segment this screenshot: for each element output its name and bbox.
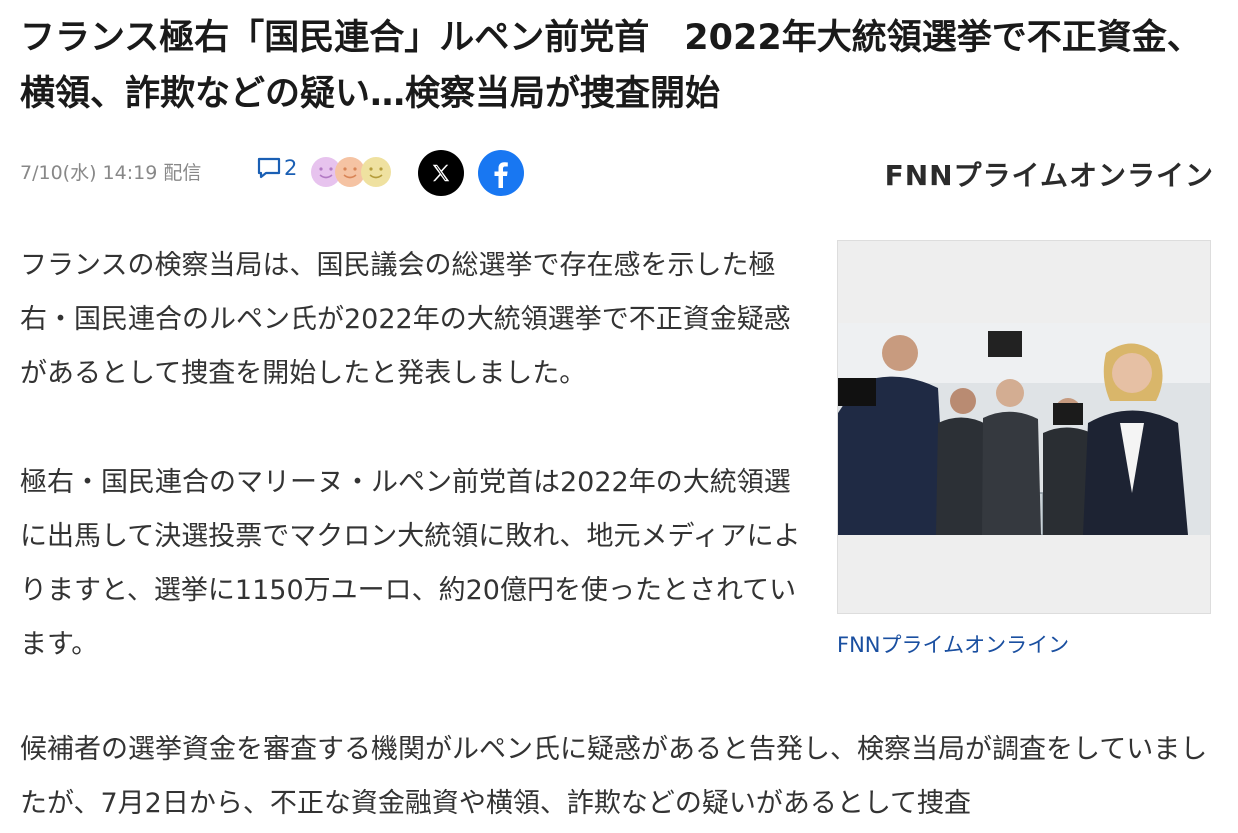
share-facebook-button[interactable] [478,150,524,196]
article-paragraph-3: 候補者の選挙資金を審査する機関がルペン氏に疑惑があると告発し、検察当局が調査をし… [20,734,1208,819]
reaction-face-yellow-icon [361,157,391,187]
photo-caption-link[interactable]: FNNプライムオンライン [837,629,1069,659]
comments-link[interactable]: 2 [256,156,297,180]
reaction-faces[interactable] [310,156,400,190]
article-paragraph-2: 極右・国民連合のマリーヌ・ルペン前党首は2022年の大統領選に出馬して決選投票で… [20,467,801,660]
comment-bubble-icon [257,157,281,179]
article-paragraph-1: フランスの検察当局は、国民議会の総選挙で存在感を示した極右・国民連合のルペン氏が… [20,250,791,389]
x-logo-icon [432,164,450,182]
comment-count: 2 [284,156,298,180]
source-logo-text: FNNプライムオンライン [884,159,1214,192]
article-headline: フランス極右「国民連合」ルペン前党首 2022年大統領選挙で不正資金、横領、詐欺… [20,18,1202,114]
article-photo[interactable] [837,240,1211,614]
publish-date: 7/10(水) 14:19 配信 [20,162,202,184]
facebook-logo-icon [494,162,508,188]
source-logo[interactable]: FNNプライムオンライン [885,154,1214,194]
share-x-button[interactable] [418,150,464,196]
article-meta: 7/10(水) 14:19 配信 2 FNNプライムオンライン [20,148,1220,198]
news-photo-image [838,323,1210,535]
